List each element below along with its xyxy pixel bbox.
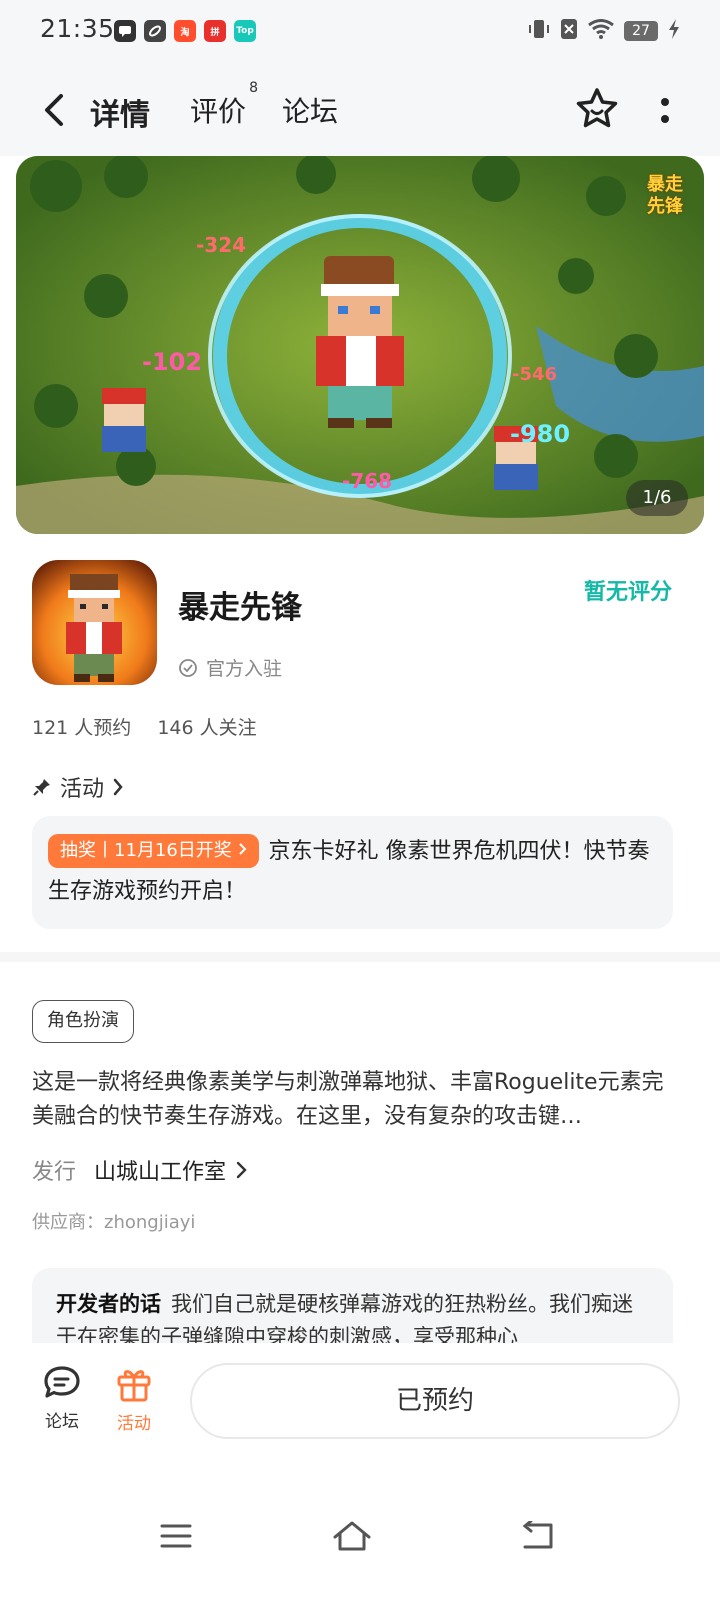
activity-heading: 活动: [60, 777, 105, 802]
star-icon: [576, 88, 618, 128]
forum-action-label: 论坛: [45, 1412, 79, 1432]
damage-number: -102: [142, 348, 202, 376]
app-icon: [32, 560, 157, 685]
reserved-button[interactable]: 已预约: [190, 1363, 680, 1439]
official-label: 官方入驻: [206, 658, 283, 680]
tab-forum[interactable]: 论坛: [282, 90, 338, 130]
more-button[interactable]: [650, 92, 680, 128]
activity-card[interactable]: 抽奖丨11月16日开奖 京东卡好礼 像素世界危机四伏！快节奏生存游戏预约开启！: [32, 816, 673, 929]
notification-icons: 淘 拼 Top: [114, 20, 256, 42]
damage-number: -768: [342, 469, 392, 493]
menu-icon: [160, 1524, 192, 1548]
follower-count: 146 人关注: [157, 717, 257, 739]
tab-detail[interactable]: 详情: [88, 90, 152, 134]
genre-tag[interactable]: 角色扮演: [32, 1000, 134, 1043]
screenshot-banner[interactable]: -324 -102 -546 -980 -768 暴走先锋 1/6: [16, 156, 704, 534]
status-time: 21:35: [40, 14, 115, 43]
game-logo: 暴走先锋: [647, 174, 683, 217]
game-screenshot: -324 -102 -546 -980 -768: [16, 156, 704, 534]
chevron-right-icon: [113, 778, 123, 796]
battery-indicator: 27: [624, 21, 658, 41]
more-dot-icon: [661, 97, 669, 106]
publisher-label: 发行: [32, 1160, 77, 1185]
chat-bubble-icon: [44, 1366, 80, 1398]
home-button[interactable]: [322, 1511, 382, 1561]
status-indicators: 27: [528, 18, 680, 44]
developer-note-title: 开发者的话: [56, 1292, 161, 1316]
gift-icon: [117, 1370, 151, 1402]
bottom-action-bar: 论坛 活动 已预约: [0, 1343, 720, 1473]
tab-review-label: 评价: [190, 95, 247, 128]
lottery-tag-label: 抽奖丨11月16日开奖: [60, 840, 232, 861]
app-stats: 121 人预约 146 人关注: [32, 713, 257, 740]
message-icon: [114, 20, 136, 42]
home-icon: [333, 1521, 371, 1551]
top-nav: 详情 评价 8 论坛: [0, 64, 720, 156]
status-bar: 21:35 淘 拼 Top 27: [0, 0, 720, 64]
tab-forum-label: 论坛: [282, 95, 339, 128]
back-button[interactable]: [34, 86, 74, 134]
tab-detail-label: 详情: [90, 98, 150, 133]
system-back-button[interactable]: [508, 1511, 568, 1561]
banner-page-counter: 1/6: [626, 480, 688, 516]
system-nav-bar: [0, 1473, 720, 1603]
vibrate-icon: [528, 18, 550, 44]
official-badge: 官方入驻: [178, 654, 282, 681]
recent-apps-button[interactable]: [146, 1511, 206, 1561]
publisher-name: 山城山工作室: [94, 1160, 227, 1185]
link-icon: [144, 20, 166, 42]
lottery-tag: 抽奖丨11月16日开奖: [48, 834, 259, 868]
tab-review[interactable]: 评价 8: [190, 80, 258, 130]
event-action[interactable]: 活动: [106, 1365, 162, 1434]
damage-number: -324: [196, 233, 246, 257]
forum-action[interactable]: 论坛: [34, 1365, 90, 1432]
sim-off-icon: [560, 18, 578, 44]
app-name: 暴走先锋: [178, 590, 302, 626]
publisher-row[interactable]: 发行 山城山工作室: [32, 1154, 250, 1186]
back-arrow-icon: [45, 94, 63, 126]
store-icon: 拼: [204, 20, 226, 42]
more-dot-icon: [661, 114, 669, 123]
check-circle-icon: [179, 658, 197, 677]
charging-icon: [668, 18, 680, 44]
return-icon: [522, 1521, 553, 1549]
favorite-button[interactable]: [574, 86, 620, 132]
event-action-label: 活动: [117, 1414, 151, 1434]
chevron-right-icon: [238, 843, 246, 855]
activity-header[interactable]: 活动: [32, 771, 124, 803]
review-count-badge: 8: [249, 80, 259, 96]
reservation-count: 121 人预约: [32, 717, 132, 739]
game-description[interactable]: 这是一款将经典像素美学与刺激弹幕地狱、丰富Roguelite元素完美融合的快节奏…: [32, 1066, 672, 1134]
app-score: 暂无评分: [583, 580, 672, 605]
taobao-icon: 淘: [174, 20, 196, 42]
wifi-icon: [588, 19, 614, 43]
top-app-icon: Top: [234, 20, 256, 42]
chevron-right-icon: [236, 1161, 247, 1179]
pin-icon: [33, 779, 50, 796]
supplier-info: 供应商：zhongjiayi: [32, 1212, 196, 1233]
section-divider: [0, 952, 720, 962]
damage-number: -546: [512, 364, 557, 385]
damage-number: -980: [510, 420, 570, 448]
